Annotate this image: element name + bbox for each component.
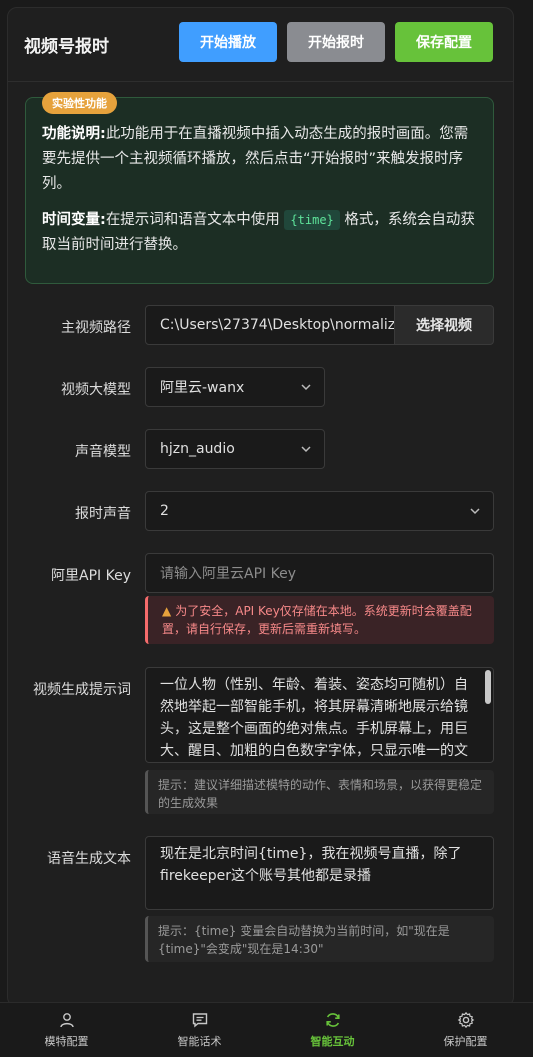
- video-path-group: C:\Users\27374\Desktop\normalize 选择视频: [145, 305, 494, 345]
- time-variable-description: 时间变量:在提示词和语音文本中使用 {time} 格式，系统会自动获取当前时间进…: [42, 208, 482, 258]
- variable-text-before: 在提示词和语音文本中使用: [105, 212, 280, 228]
- config-panel: 视频号报时 开始播放 开始报时 保存配置 实验性功能 功能说明:此功能用于在直播…: [7, 7, 514, 1007]
- header-bar: 视频号报时 开始播放 开始报时 保存配置: [8, 8, 513, 82]
- voice-model-select[interactable]: hjzn_audio: [145, 429, 325, 469]
- report-voice-label: 报时声音: [75, 506, 131, 522]
- info-notice: 实验性功能 功能说明:此功能用于在直播视频中插入动态生成的报时画面。您需要先提供…: [25, 92, 494, 284]
- tab-label: 保护配置: [443, 1035, 488, 1048]
- video-model-value: 阿里云-wanx: [160, 380, 245, 396]
- voice-model-label: 声音模型: [75, 444, 131, 460]
- feature-description: 功能说明:此功能用于在直播视频中插入动态生成的报时画面。您需要先提供一个主视频循…: [42, 122, 482, 197]
- experimental-badge: 实验性功能: [42, 92, 117, 114]
- video-prompt-label: 视频生成提示词: [33, 682, 131, 698]
- video-prompt-hint: 提示：建议详细描述模特的动作、表情和场景，以获得更稳定的生成效果: [145, 770, 494, 814]
- tab-label: 智能话术: [177, 1035, 222, 1048]
- textarea-scrollbar[interactable]: [485, 670, 491, 704]
- warning-icon: ▲: [162, 604, 172, 618]
- api-key-label: 阿里API Key: [51, 568, 131, 584]
- report-voice-select[interactable]: 2: [145, 491, 494, 531]
- voice-text-textarea[interactable]: 现在是北京时间{time}，我在视频号直播，除了firekeeper这个账号其他…: [145, 836, 494, 910]
- feature-text: 此功能用于在直播视频中插入动态生成的报时画面。您需要先提供一个主视频循环播放，然…: [42, 126, 469, 192]
- refresh-icon: [325, 1013, 340, 1027]
- chevron-down-icon: [470, 508, 480, 515]
- time-variable-code: {time}: [284, 210, 340, 230]
- voice-text-value: 现在是北京时间{time}，我在视频号直播，除了firekeeper这个账号其他…: [160, 846, 462, 884]
- video-model-select[interactable]: 阿里云-wanx: [145, 367, 325, 407]
- save-config-button[interactable]: 保存配置: [395, 22, 493, 62]
- video-model-label: 视频大模型: [61, 382, 131, 398]
- report-voice-value: 2: [160, 503, 169, 519]
- variable-title: 时间变量:: [42, 212, 106, 228]
- tab-protection-config[interactable]: 保护配置: [399, 1003, 532, 1057]
- api-key-input[interactable]: 请输入阿里云API Key: [145, 553, 494, 593]
- tab-model-config[interactable]: 模特配置: [0, 1003, 133, 1057]
- voice-text-label: 语音生成文本: [47, 851, 131, 867]
- video-path-label: 主视频路径: [61, 320, 131, 336]
- voice-text-hint: 提示：{time} 变量会自动替换为当前时间，如"现在是{time}"会变成"现…: [145, 916, 494, 962]
- select-video-button[interactable]: 选择视频: [394, 305, 494, 345]
- feature-title: 功能说明:: [42, 126, 106, 142]
- chevron-down-icon: [301, 446, 311, 453]
- video-prompt-textarea[interactable]: 一位人物（性别、年龄、着装、姿态均可随机）自然地举起一部智能手机，将其屏幕清晰地…: [145, 667, 494, 763]
- video-path-input[interactable]: C:\Users\27374\Desktop\normalize: [145, 305, 395, 345]
- page-title: 视频号报时: [24, 37, 109, 57]
- video-prompt-text: 一位人物（性别、年龄、着装、姿态均可随机）自然地举起一部智能手机，将其屏幕清晰地…: [160, 677, 468, 759]
- tab-smart-interaction[interactable]: 智能互动: [266, 1003, 399, 1057]
- start-play-button[interactable]: 开始播放: [179, 22, 277, 62]
- api-key-placeholder: 请输入阿里云API Key: [160, 566, 296, 582]
- voice-model-value: hjzn_audio: [160, 441, 235, 457]
- user-icon: [59, 1013, 74, 1028]
- api-key-warning: ▲ 为了安全，API Key仅存储在本地。系统更新时会覆盖配置，请自行保存，更新后…: [145, 596, 494, 644]
- chevron-down-icon: [301, 384, 311, 391]
- bottom-tab-bar: 模特配置 智能话术 智能互动 保护配置: [0, 1002, 533, 1056]
- message-icon: [192, 1013, 207, 1028]
- tab-smart-script[interactable]: 智能话术: [133, 1003, 266, 1057]
- api-key-warning-text: 为了安全，API Key仅存储在本地。系统更新时会覆盖配置，请自行保存，更新后需…: [162, 604, 472, 636]
- gear-icon: [457, 1011, 474, 1029]
- start-report-button[interactable]: 开始报时: [287, 22, 385, 62]
- tab-label: 智能互动: [310, 1035, 355, 1048]
- tab-label: 模特配置: [44, 1035, 89, 1048]
